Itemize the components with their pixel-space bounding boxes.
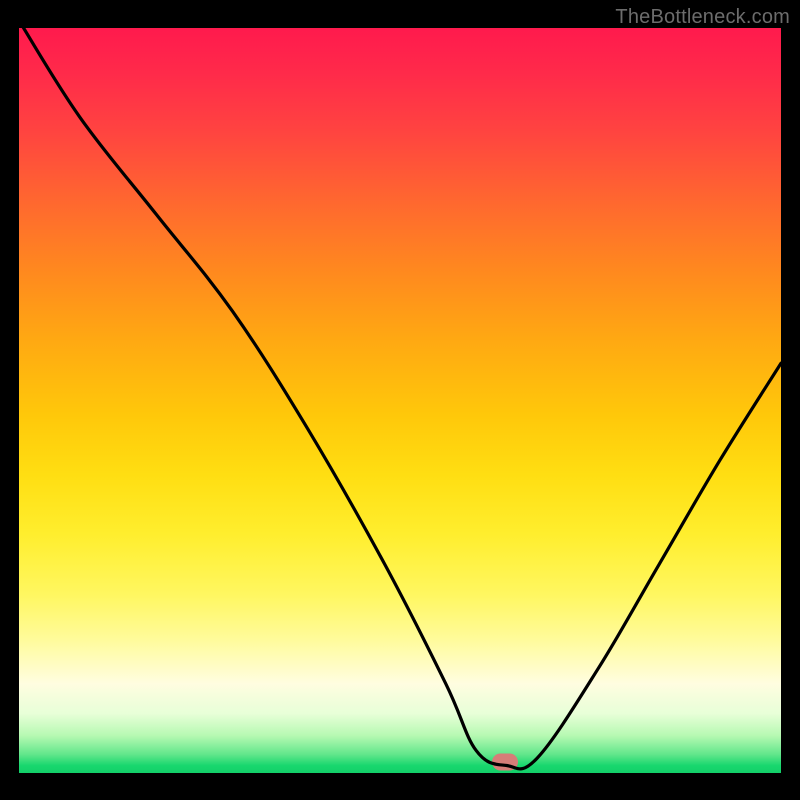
watermark-text: TheBottleneck.com <box>615 6 790 29</box>
plot-area <box>19 28 781 773</box>
bottleneck-curve <box>19 28 781 773</box>
curve-path <box>19 28 781 769</box>
chart-frame: TheBottleneck.com <box>0 0 800 800</box>
